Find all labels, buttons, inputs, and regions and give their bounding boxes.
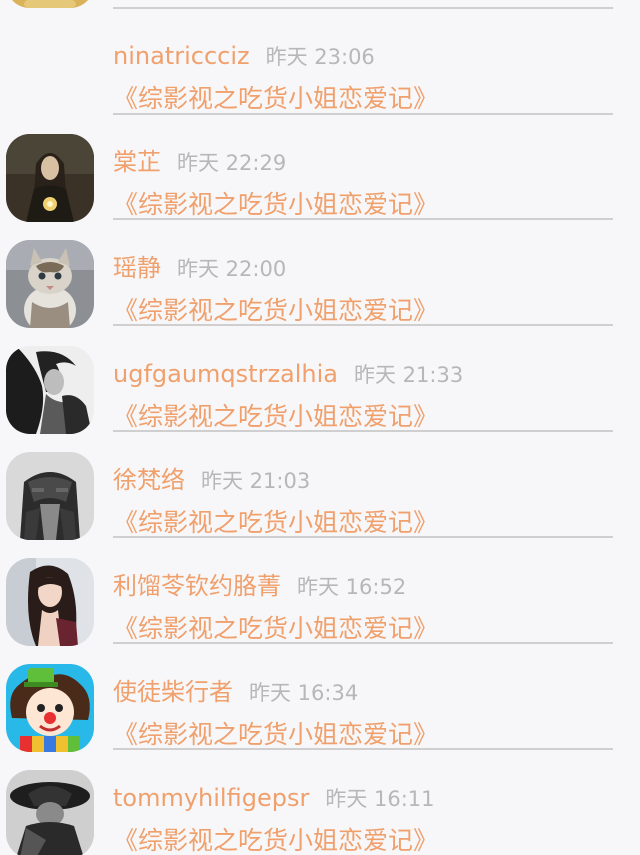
divider: [113, 218, 613, 220]
list-item[interactable]: tommyhilfigepsr 昨天 16:11 《综影视之吃货小姐恋爱记》: [0, 751, 640, 855]
user-name[interactable]: 利馏苓钦约胳菁: [113, 572, 281, 600]
avatar[interactable]: [6, 240, 94, 328]
divider: [113, 748, 613, 750]
user-name[interactable]: 使徒柴行者: [113, 678, 233, 706]
list-item[interactable]: 棠芷 昨天 22:29 《综影视之吃货小姐恋爱记》: [0, 115, 640, 222]
book-title-link[interactable]: 《综影视之吃货小姐恋爱记》: [113, 823, 438, 855]
timestamp: 昨天 21:03: [201, 469, 311, 493]
user-name[interactable]: ugfgaumqstrzalhia: [113, 360, 338, 388]
reader-list-page: ninatriccciz 昨天 23:06 《综影视之吃货小姐恋爱记》 棠芷 昨天 …: [0, 0, 640, 855]
timestamp: 昨天 21:33: [354, 363, 464, 387]
avatar[interactable]: [6, 452, 94, 540]
list-item[interactable]: 徐梵络 昨天 21:03 《综影视之吃货小姐恋爱记》: [0, 433, 640, 540]
user-name[interactable]: tommyhilfigepsr: [113, 784, 309, 812]
list-item[interactable]: ninatriccciz 昨天 23:06 《综影视之吃货小姐恋爱记》: [0, 9, 640, 115]
timestamp: 昨天 22:00: [177, 257, 287, 281]
list-item[interactable]: 使徒柴行者 昨天 16:34 《综影视之吃货小姐恋爱记》: [0, 645, 640, 752]
list-item[interactable]: 瑶静 昨天 22:00 《综影视之吃货小姐恋爱记》: [0, 221, 640, 328]
avatar[interactable]: [6, 346, 94, 434]
timestamp: 昨天 22:29: [177, 151, 287, 175]
timestamp: 昨天 16:52: [297, 575, 407, 599]
timestamp: 昨天 23:06: [265, 45, 375, 69]
avatar[interactable]: [6, 134, 94, 222]
divider: [113, 324, 613, 326]
divider: [113, 536, 613, 538]
user-name[interactable]: 徐梵络: [113, 466, 185, 494]
book-title-link[interactable]: 《综影视之吃货小姐恋爱记》: [113, 81, 438, 117]
avatar[interactable]: [6, 558, 94, 646]
avatar[interactable]: [6, 664, 94, 752]
timestamp: 昨天 16:11: [325, 787, 435, 811]
list-item[interactable]: ugfgaumqstrzalhia 昨天 21:33 《综影视之吃货小姐恋爱记》: [0, 327, 640, 434]
timestamp: 昨天 16:34: [249, 681, 359, 705]
divider: [113, 430, 613, 432]
divider: [113, 642, 613, 644]
user-name[interactable]: ninatriccciz: [113, 42, 250, 70]
user-name[interactable]: 瑶静: [113, 254, 161, 282]
list-item[interactable]: 利馏苓钦约胳菁 昨天 16:52 《综影视之吃货小姐恋爱记》: [0, 539, 640, 646]
avatar[interactable]: [6, 770, 94, 855]
partial-avatar: [6, 0, 94, 8]
user-name[interactable]: 棠芷: [113, 148, 161, 176]
